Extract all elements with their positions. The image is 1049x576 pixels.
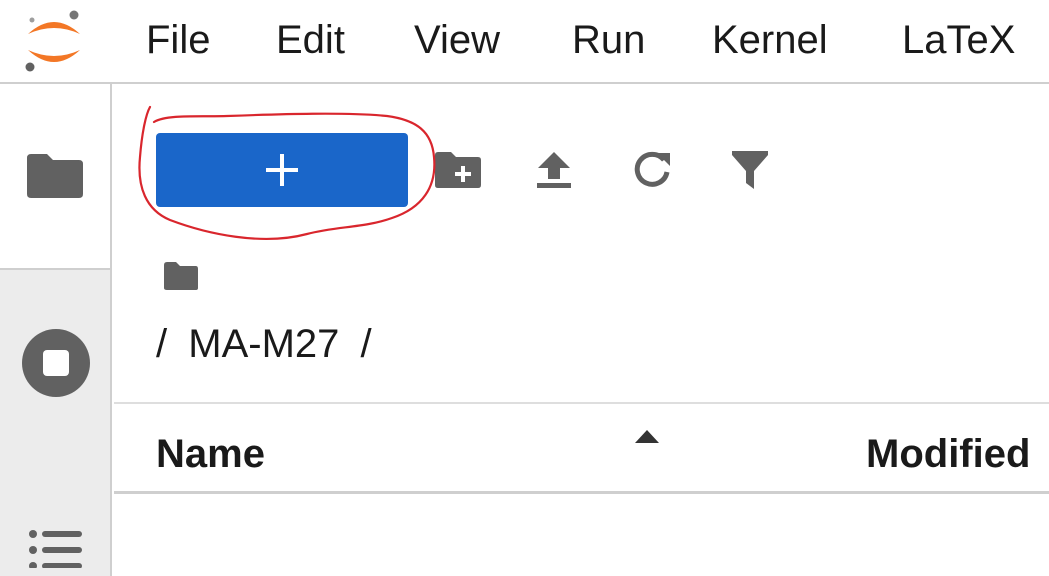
column-header-name[interactable]: Name xyxy=(156,430,265,478)
stop-circle-icon xyxy=(22,329,90,397)
menu-kernel[interactable]: Kernel xyxy=(712,14,828,66)
upload-icon xyxy=(537,152,571,188)
folder-icon xyxy=(164,262,198,290)
breadcrumb-current-folder[interactable]: MA-M27 xyxy=(188,322,339,366)
folder-icon xyxy=(27,154,83,198)
jupyterlab-window: File Edit View Run Kernel LaTeX / MA-M27… xyxy=(0,0,1049,576)
column-header-modified[interactable]: Modified xyxy=(866,430,1030,478)
breadcrumb-home-button[interactable] xyxy=(162,260,208,300)
left-sidebar xyxy=(0,84,112,576)
plus-icon xyxy=(266,154,298,186)
filter-button[interactable] xyxy=(720,142,780,198)
new-launcher-button[interactable] xyxy=(156,133,408,207)
table-of-contents-tab[interactable] xyxy=(0,504,112,576)
menu-latex[interactable]: LaTeX xyxy=(902,14,1015,66)
breadcrumb: / MA-M27 / xyxy=(156,318,372,370)
new-folder-icon xyxy=(435,152,481,188)
jupyter-logo-icon[interactable] xyxy=(18,6,90,78)
new-folder-button[interactable] xyxy=(428,142,488,198)
menu-view[interactable]: View xyxy=(414,14,500,66)
menu-run[interactable]: Run xyxy=(572,14,645,66)
refresh-icon xyxy=(634,151,670,187)
file-listing-header: Name Modified xyxy=(114,402,1049,494)
sort-ascending-icon[interactable] xyxy=(634,428,660,444)
file-browser-panel: / MA-M27 / Name Modified xyxy=(112,84,1049,576)
filter-icon xyxy=(732,151,768,189)
running-sessions-tab[interactable] xyxy=(0,270,112,456)
menu-bar: File Edit View Run Kernel LaTeX xyxy=(0,0,1049,84)
upload-button[interactable] xyxy=(524,142,584,198)
list-icon xyxy=(29,530,82,568)
menu-edit[interactable]: Edit xyxy=(276,14,345,66)
breadcrumb-separator: / xyxy=(156,322,168,366)
menu-file[interactable]: File xyxy=(146,14,210,66)
file-browser-tab[interactable] xyxy=(0,84,110,270)
file-listing-body xyxy=(114,494,1049,576)
breadcrumb-separator: / xyxy=(360,322,372,366)
refresh-button[interactable] xyxy=(622,142,682,198)
